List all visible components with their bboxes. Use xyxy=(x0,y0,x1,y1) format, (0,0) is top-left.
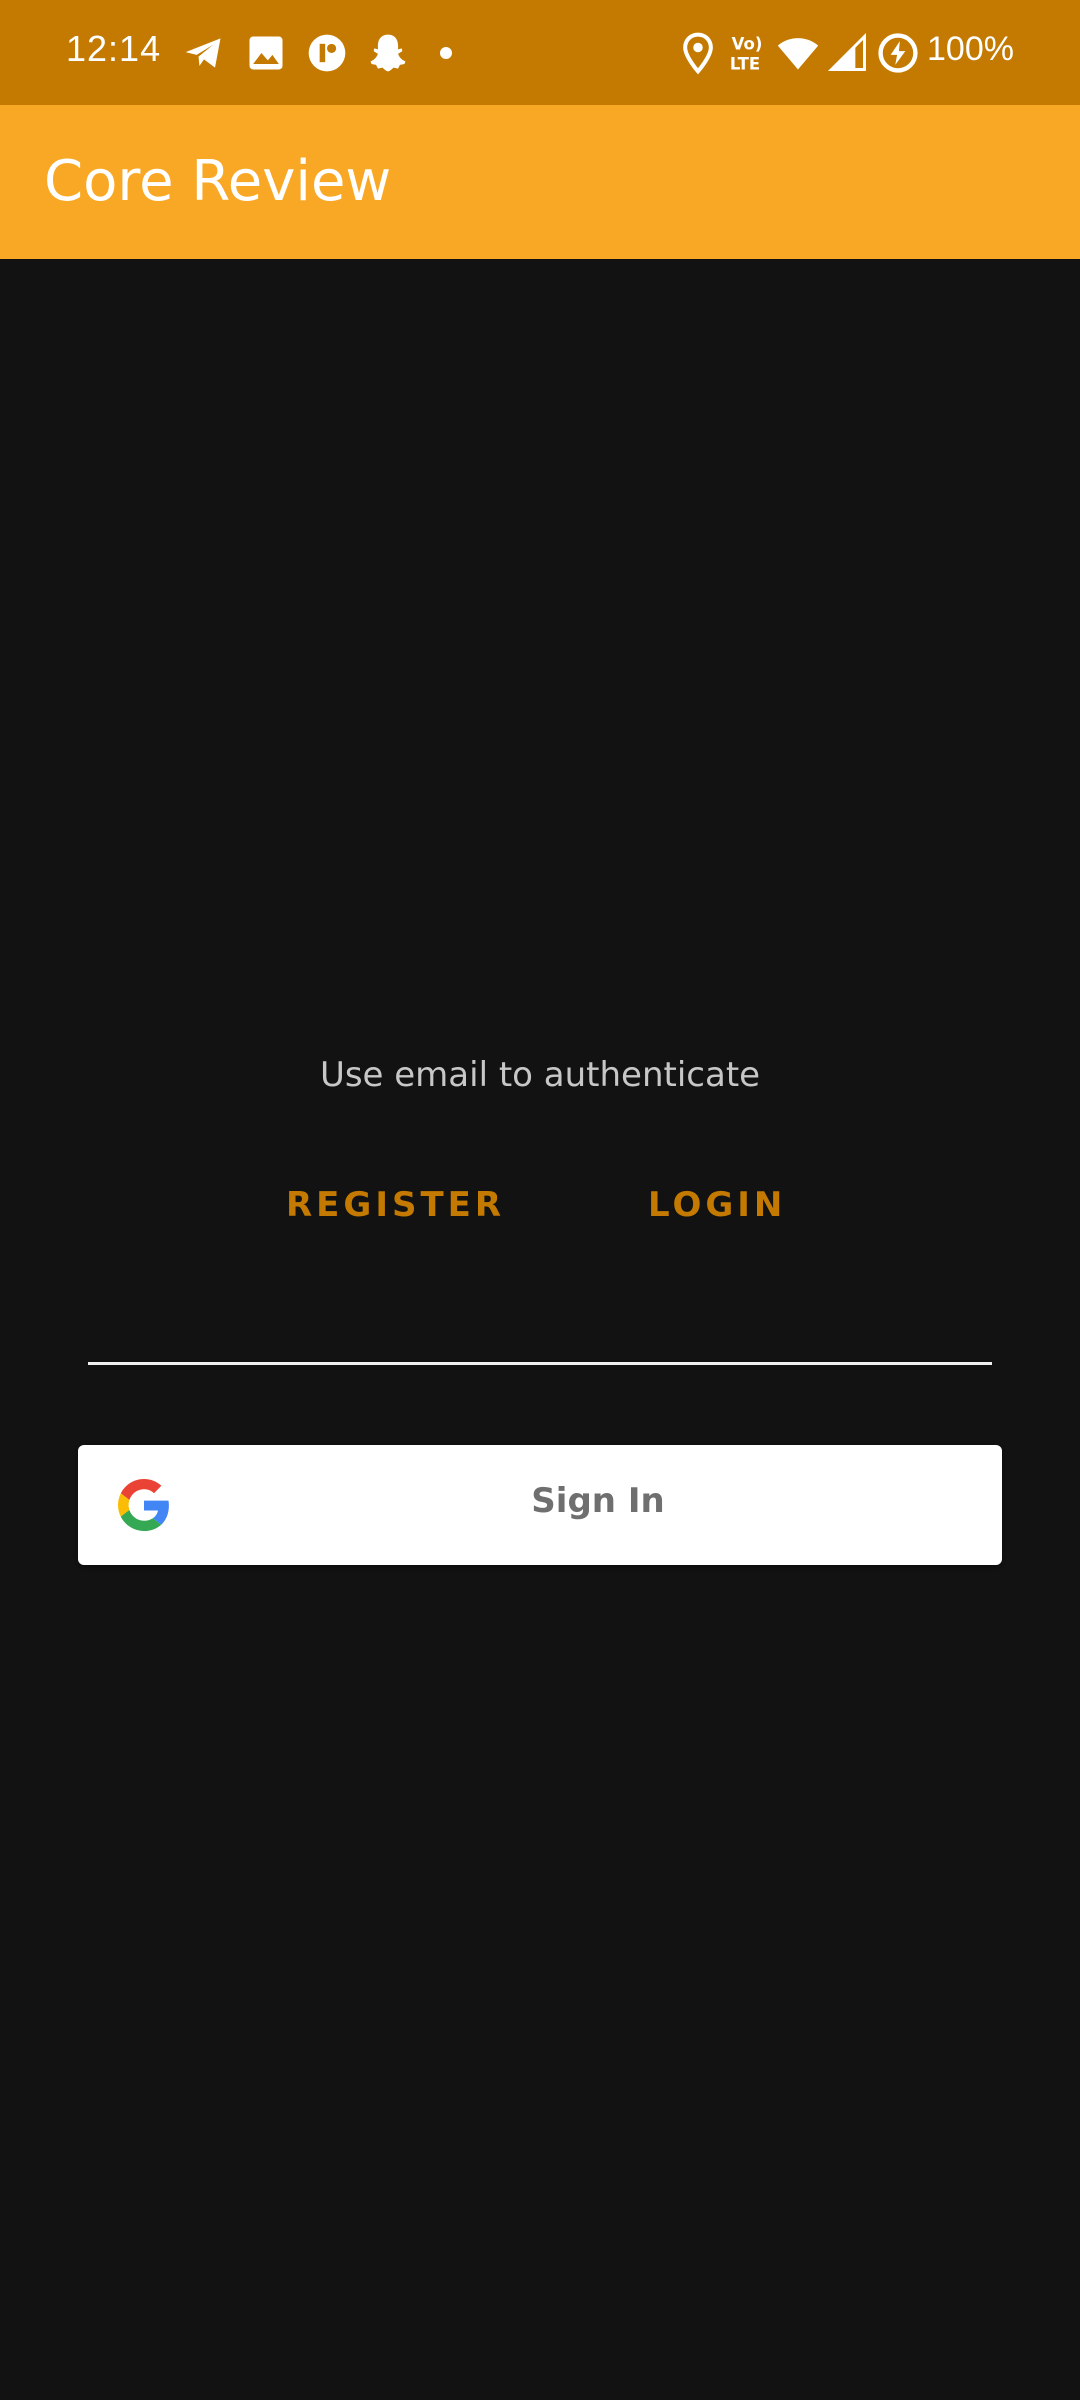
signal-icon xyxy=(827,32,866,71)
screen: 12:14 Vo) LTE 100% Core Review Use email… xyxy=(0,0,1080,2400)
gallery-icon xyxy=(249,36,283,70)
app-icon xyxy=(308,34,346,72)
status-bar: 12:14 Vo) LTE 100% xyxy=(0,0,1080,105)
svg-text:LTE: LTE xyxy=(730,55,760,74)
battery-percentage: 100% xyxy=(927,30,1014,68)
app-title: Core Review xyxy=(44,149,392,214)
register-button[interactable]: REGISTER xyxy=(286,1185,505,1225)
app-bar: Core Review xyxy=(0,105,1080,259)
volte-icon: Vo) LTE xyxy=(730,34,763,74)
battery-saver-icon xyxy=(878,33,918,73)
google-sign-in-label: Sign In xyxy=(531,1481,665,1521)
status-time: 12:14 xyxy=(66,28,162,69)
location-icon xyxy=(683,32,713,75)
login-button[interactable]: LOGIN xyxy=(648,1185,786,1225)
snapchat-icon xyxy=(370,34,406,72)
notification-dot-icon xyxy=(440,47,452,59)
svg-text:Vo): Vo) xyxy=(732,34,763,53)
wifi-icon xyxy=(777,38,819,70)
telegram-icon xyxy=(185,38,221,68)
auth-prompt: Use email to authenticate xyxy=(319,1055,761,1095)
google-sign-in-button[interactable]: Sign In xyxy=(78,1445,1002,1565)
divider xyxy=(88,1362,992,1365)
